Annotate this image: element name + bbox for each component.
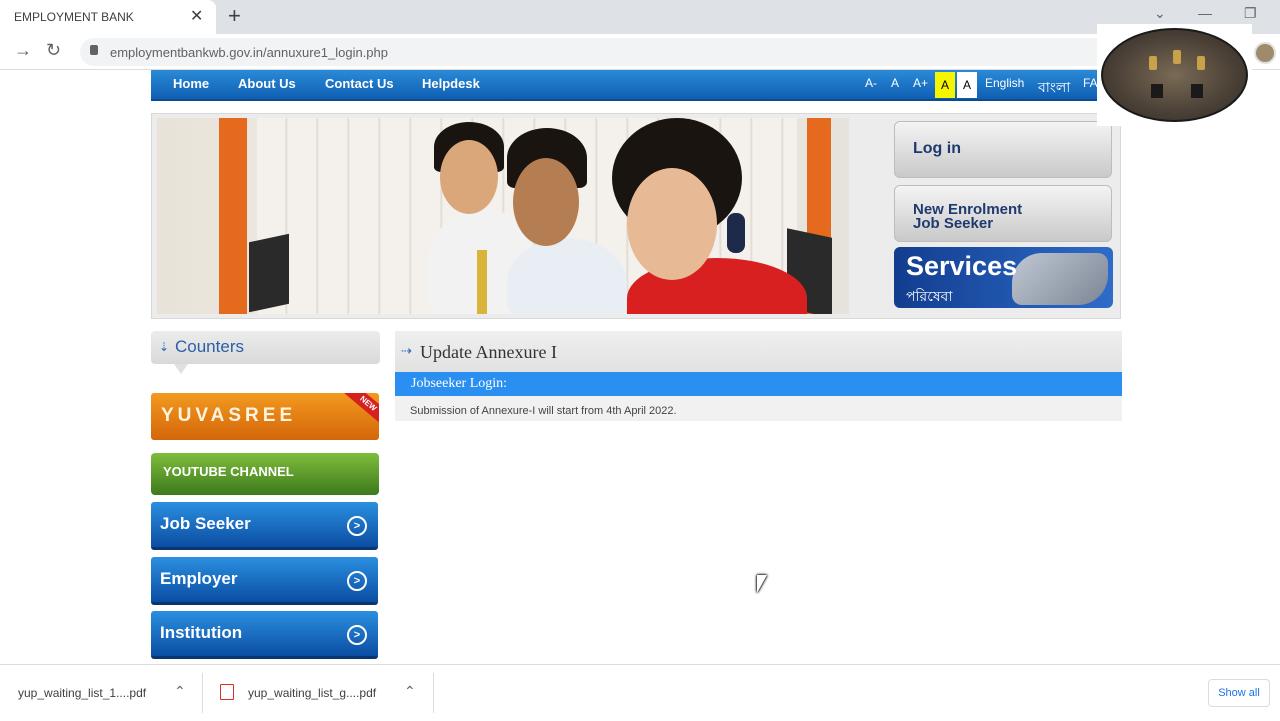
font-increase[interactable]: A+ [913,76,928,90]
enrol-label-line2: Job Seeker [913,215,994,232]
restore-icon[interactable]: ❐ [1244,5,1257,22]
main-panel: ⇢ Update Annexure I Jobseeker Login: Sub… [395,331,1122,421]
job-seeker-button[interactable]: Job Seeker > [151,502,378,550]
lang-bangla[interactable]: বাংলা [1038,76,1070,100]
tab-close-icon[interactable]: ✕ [190,6,203,26]
counters-label: Counters [175,337,244,356]
browser-tabbar: EMPLOYMENT BANK ✕ + ⌄ — ❐ [0,0,1280,34]
services-button[interactable]: Services পরিষেবা [894,247,1113,308]
chair-shape [1151,84,1163,98]
tab-title: EMPLOYMENT BANK [14,10,134,24]
jobseeker-login-label: Jobseeker Login: [411,376,508,391]
trophy-icon [1173,50,1181,64]
url-field[interactable]: employmentbankwb.gov.in/annuxure1_login.… [80,38,1230,66]
reload-icon[interactable]: ↻ [46,40,61,61]
arrow-right-icon: > [347,516,367,536]
top-navigation: Home About Us Contact Us Helpdesk A- A A… [151,70,1099,101]
yuvasree-banner[interactable]: YUVASREE NEW [151,393,379,440]
browser-tab[interactable]: EMPLOYMENT BANK ✕ [0,0,216,34]
arrow-right-icon: > [347,571,367,591]
page-title: Update Annexure I [420,342,557,362]
panel-header: ⇢ Update Annexure I [395,331,1122,372]
arrow-right-icon: ⇢ [401,343,412,358]
download-filename: yup_waiting_list_1....pdf [18,686,147,700]
notice-text: Submission of Annexure-I will start from… [410,405,677,417]
login-label: Log in [913,140,961,157]
banner-stripe [219,118,247,314]
new-enrolment-button[interactable]: New Enrolment Job Seeker [894,185,1112,242]
nav-helpdesk[interactable]: Helpdesk [422,76,480,91]
monitor-shape [249,233,289,313]
chair-shape [1191,84,1203,98]
chevron-up-icon[interactable]: ⌃ [174,683,186,700]
lang-english[interactable]: English [985,76,1024,90]
forward-icon[interactable]: → [14,40,32,61]
person-face [440,140,498,214]
download-filename: yup_waiting_list_g....pdf [248,686,377,700]
headset-icon [727,213,745,253]
minimize-icon[interactable]: — [1198,5,1212,21]
font-normal[interactable]: A [891,76,899,90]
institution-button[interactable]: Institution > [151,611,378,659]
counters-pointer [174,364,188,374]
lock-icon [90,45,98,55]
services-title: Services [906,251,1018,281]
webcam-overlay [1097,24,1252,126]
arrow-right-icon: > [347,625,367,645]
nav-home[interactable]: Home [173,76,209,91]
job-seeker-label: Job Seeker [160,514,251,533]
youtube-label: YOUTUBE CHANNEL [163,464,294,479]
trophy-icon [1149,56,1157,70]
person-tie [477,250,487,314]
chevron-down-icon: ⇣ [159,340,170,354]
mouse-cursor-icon [757,575,767,593]
jobseeker-login-bar: Jobseeker Login: [395,372,1122,396]
banner-image [157,118,849,314]
employer-label: Employer [160,569,238,588]
pdf-icon [220,684,234,700]
new-tab-icon[interactable]: + [228,3,241,29]
show-all-button[interactable]: Show all [1208,679,1270,707]
person-face [513,158,579,246]
services-subtitle: পরিষেবা [906,288,953,304]
nav-contact-us[interactable]: Contact Us [325,76,394,91]
counters-header[interactable]: ⇣ Counters [151,331,380,364]
contrast-yellow[interactable]: A [935,72,955,98]
profile-avatar[interactable] [1254,42,1276,64]
address-bar: → ↻ employmentbankwb.gov.in/annuxure1_lo… [0,34,1280,70]
download-item[interactable]: yup_waiting_list_g....pdf ⌃ [210,665,432,721]
youtube-channel-button[interactable]: YOUTUBE CHANNEL [151,453,379,495]
new-badge: NEW [344,393,379,426]
person-face [627,168,717,280]
contrast-white[interactable]: A [957,72,977,98]
chevron-up-icon[interactable]: ⌃ [404,683,416,700]
handshake-icon [1012,253,1108,305]
download-bar: yup_waiting_list_1....pdf ⌃ yup_waiting_… [0,664,1280,720]
webcam-video [1101,28,1248,122]
tab-search-icon[interactable]: ⌄ [1154,5,1166,22]
font-decrease[interactable]: A- [865,76,877,90]
institution-label: Institution [160,623,243,642]
yuvasree-label: YUVASREE [161,405,297,426]
trophy-icon [1197,56,1205,70]
employer-button[interactable]: Employer > [151,557,378,605]
divider [433,673,434,713]
divider [202,673,203,713]
download-item[interactable]: yup_waiting_list_1....pdf ⌃ [0,665,200,721]
url-text: employmentbankwb.gov.in/annuxure1_login.… [110,45,389,60]
login-button[interactable]: Log in [894,121,1112,178]
nav-about-us[interactable]: About Us [238,76,296,91]
nav-faq[interactable]: FA [1083,76,1098,90]
